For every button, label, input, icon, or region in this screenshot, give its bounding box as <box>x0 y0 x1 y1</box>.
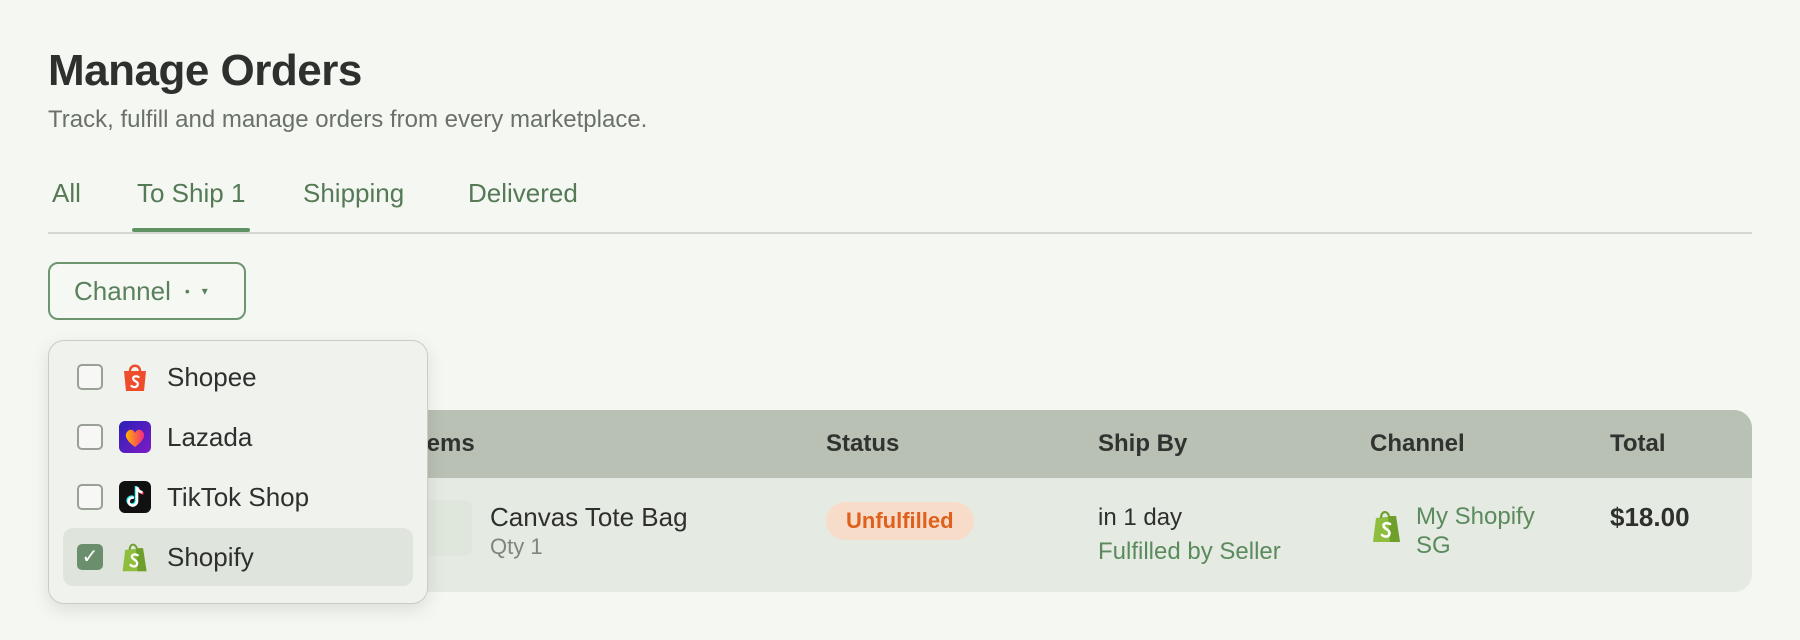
order-tabs: All To Ship 1 Shipping Delivered <box>48 170 1752 234</box>
active-tab-indicator <box>132 228 250 232</box>
channel-filter-button[interactable]: Channel • ▾ <box>48 262 246 320</box>
channel-option-shopify[interactable]: ✓ Shopify <box>63 528 413 586</box>
column-header-ship-by: Ship By <box>1098 430 1188 457</box>
page-title: Manage Orders <box>48 46 362 95</box>
shopify-icon <box>122 543 147 572</box>
channel-option-tiktok-shop[interactable]: TikTok Shop <box>63 468 413 526</box>
channel-option-label: TikTok Shop <box>167 482 310 512</box>
page-subtitle: Track, fulfill and manage orders from ev… <box>48 106 648 133</box>
channel-store-name[interactable]: My Shopify SG <box>1416 502 1576 560</box>
shopify-icon <box>1373 511 1400 542</box>
column-header-total: Total <box>1610 430 1666 457</box>
channel-option-lazada[interactable]: Lazada <box>63 408 413 466</box>
status-badge: Unfulfilled <box>826 502 974 540</box>
fulfillment-method: Fulfilled by Seller <box>1098 538 1281 565</box>
channel-option-label: Shopify <box>167 542 254 572</box>
item-quantity: Qty 1 <box>490 534 543 559</box>
lazada-icon <box>119 421 151 453</box>
chevron-down-icon: ▾ <box>201 284 208 298</box>
ship-by-time: in 1 day <box>1098 504 1183 531</box>
channel-checkbox[interactable] <box>77 364 103 390</box>
tiktok-icon <box>119 481 151 513</box>
channel-checkbox[interactable] <box>77 484 103 510</box>
order-total: $18.00 <box>1610 502 1690 532</box>
tab-all[interactable]: All <box>52 178 81 209</box>
tab-shipping[interactable]: Shipping <box>303 178 404 209</box>
column-header-status: Status <box>826 430 900 457</box>
channel-dropdown-menu: Shopee Lazada TikTok Shop ✓ Shopify <box>48 340 428 604</box>
channel-checkbox-checked[interactable]: ✓ <box>77 544 103 570</box>
tab-delivered[interactable]: Delivered <box>468 178 578 209</box>
tab-to-ship[interactable]: To Ship 1 <box>137 178 245 231</box>
channel-option-shopee[interactable]: Shopee <box>63 348 413 406</box>
column-header-channel: Channel <box>1370 430 1465 457</box>
channel-option-label: Shopee <box>167 362 257 392</box>
channel-option-label: Lazada <box>167 422 253 452</box>
channel-filter-label: Channel <box>74 275 171 306</box>
item-name: Canvas Tote Bag <box>490 502 688 532</box>
shopee-icon <box>124 364 146 391</box>
filter-active-dot: • <box>184 283 190 299</box>
channel-checkbox[interactable] <box>77 424 103 450</box>
